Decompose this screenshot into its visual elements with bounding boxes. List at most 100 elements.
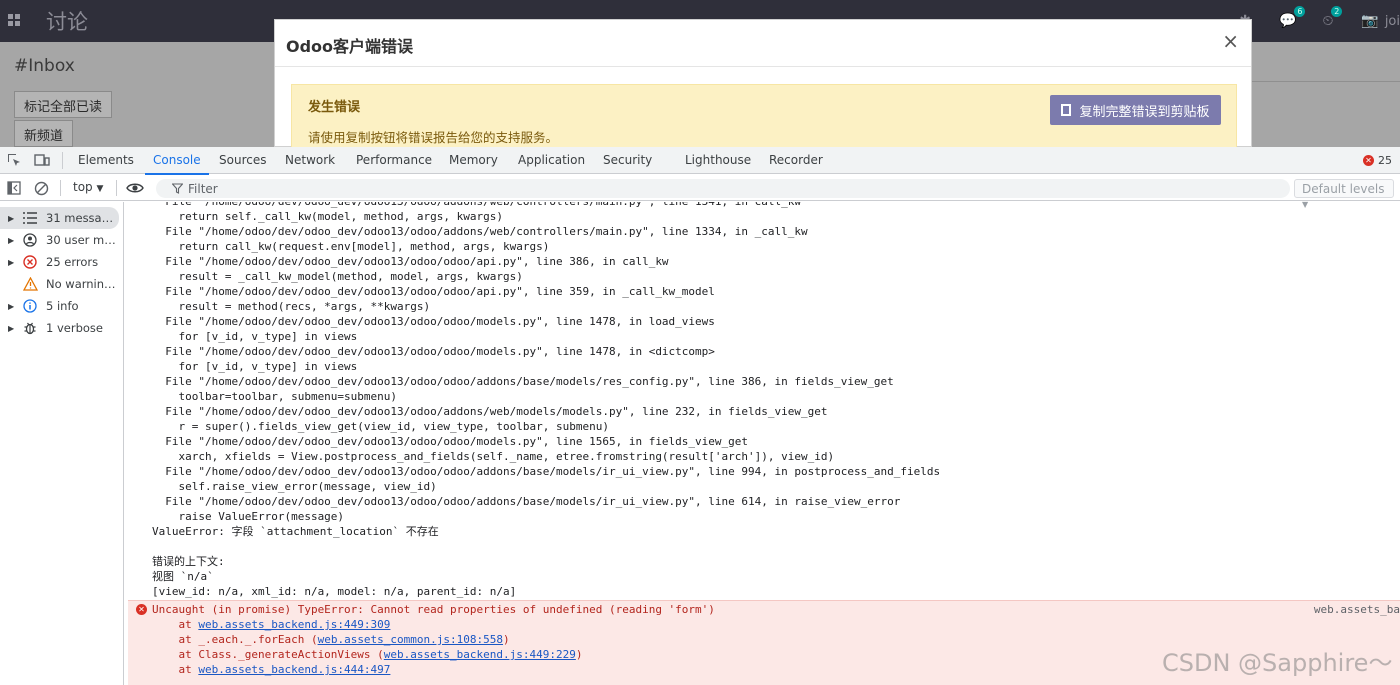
stack-frame-prefix: at <box>152 663 199 676</box>
copy-error-button[interactable]: 复制完整错误到剪贴板 <box>1050 95 1221 125</box>
stack-frame-link[interactable]: web.assets_backend.js:449:309 <box>198 618 390 631</box>
activities-badge: 2 <box>1331 6 1343 17</box>
tab-security[interactable]: Security <box>603 147 652 174</box>
log-levels-dropdown[interactable]: Default levels ▼ <box>1294 179 1394 209</box>
messages-badge: 6 <box>1294 6 1306 17</box>
camera-icon[interactable]: 📷 <box>1361 13 1378 29</box>
console-line: return call_kw(request.env[model], metho… <box>152 240 550 253</box>
warning-icon <box>22 276 38 292</box>
console-line: ValueError: 字段 `attachment_location` 不存在 <box>152 525 439 538</box>
expand-arrow-icon: ▶ <box>8 323 15 333</box>
sidebar-item-label: 5 info <box>46 299 79 313</box>
console-line: File "/home/odoo/dev/odoo_dev/odoo13/odo… <box>152 345 715 358</box>
tab-separator <box>62 152 63 169</box>
stack-frame-link[interactable]: web.assets_common.js:108:558 <box>318 633 503 646</box>
console-line: r = super().fields_view_get(view_id, vie… <box>152 420 609 433</box>
devtools-tabbar: Elements Console Sources Network Perform… <box>0 147 1400 175</box>
app-title: 讨论 <box>46 10 88 34</box>
log-levels-label: Default levels <box>1302 182 1385 196</box>
console-toolbar: top ▼ Filter Default levels ▼ <box>0 175 1400 209</box>
inspect-element-icon[interactable] <box>7 153 21 167</box>
tab-performance[interactable]: Performance <box>356 147 432 174</box>
toolbar-separator <box>60 180 61 196</box>
sidebar-item-messages[interactable]: ▶ 31 messa… <box>0 207 119 229</box>
stack-frame-link[interactable]: web.assets_backend.js:449:229 <box>384 648 576 661</box>
console-line: for [v_id, v_type] in views <box>152 360 358 373</box>
sidebar-item-info[interactable]: ▶ 5 info <box>0 295 123 317</box>
sidebar-item-label: 30 user m… <box>46 233 116 247</box>
sidebar-item-errors[interactable]: ▶ 25 errors <box>0 251 123 273</box>
navbar-right: ✱ 💬6 ⏲2 📷 joi <box>1229 0 1400 42</box>
apps-menu-icon[interactable] <box>8 14 20 26</box>
user-name[interactable]: joi <box>1385 14 1400 29</box>
tab-recorder[interactable]: Recorder <box>769 147 823 174</box>
mark-all-read-button[interactable]: 标记全部已读 <box>14 91 113 118</box>
sidebar-item-verbose[interactable]: ▶ 1 verbose <box>0 317 123 339</box>
warning-title: 发生错误 <box>308 100 361 115</box>
odoo-app: 讨论 ✱ 💬6 ⏲2 📷 joi #Inbox 标记全部已读 新频道 Odoo客… <box>0 0 1400 147</box>
console-line: result = _call_kw_model(method, model, a… <box>152 270 523 283</box>
sidebar-item-label: 31 messa… <box>46 211 114 225</box>
error-icon: ✕ <box>1363 155 1374 166</box>
dialog-title: Odoo客户端错误 <box>286 37 414 56</box>
tab-elements[interactable]: Elements <box>78 147 134 174</box>
console-line: File "/home/odoo/dev/odoo_dev/odoo13/odo… <box>152 255 669 268</box>
device-toolbar-icon[interactable] <box>34 153 50 167</box>
stack-frame-prefix: at <box>152 618 199 631</box>
warning-alert: 发生错误 请使用复制按钮将错误报告给您的支持服务。 复制完整错误到剪贴板 <box>291 84 1237 147</box>
stack-frame-prefix: at Class._generateActionViews ( <box>152 648 384 661</box>
filter-placeholder: Filter <box>188 182 218 196</box>
error-dialog: Odoo客户端错误 × 发生错误 请使用复制按钮将错误报告给您的支持服务。 复制… <box>274 19 1252 147</box>
console-line: File "/home/odoo/dev/odoo_dev/odoo13/odo… <box>152 495 901 508</box>
console-line: [view_id: n/a, xml_id: n/a, model: n/a, … <box>152 585 517 598</box>
info-icon <box>22 298 38 314</box>
copy-error-label: 复制完整错误到剪贴板 <box>1079 104 1210 120</box>
console-line: return self._call_kw(model, method, args… <box>152 210 503 223</box>
tab-lighthouse[interactable]: Lighthouse <box>685 147 751 174</box>
console-line: for [v_id, v_type] in views <box>152 330 358 343</box>
sidebar-item-label: 25 errors <box>46 255 99 269</box>
stack-frame-suffix: ) <box>575 648 583 661</box>
error-counter[interactable]: ✕ 25 <box>1363 154 1392 167</box>
console-line: File "/home/odoo/dev/odoo_dev/odoo13/odo… <box>152 315 715 328</box>
console-line: result = method(recs, *args, **kwargs) <box>152 300 431 313</box>
clear-console-icon[interactable] <box>34 181 49 196</box>
warning-text: 请使用复制按钮将错误报告给您的支持服务。 <box>308 130 559 145</box>
sidebar-item-label: 1 verbose <box>46 321 103 335</box>
sidebar-item-warnings[interactable]: No warnin… <box>0 273 123 295</box>
console-line: raise ValueError(message) <box>152 510 345 523</box>
eye-icon[interactable] <box>126 182 144 194</box>
inbox-title: #Inbox <box>14 56 75 76</box>
list-icon <box>22 210 38 226</box>
devtools-panel: Elements Console Sources Network Perform… <box>0 147 1400 685</box>
error-source-link[interactable]: web.assets_ba <box>1314 603 1400 616</box>
stack-frame: at Class._generateActionViews (web.asset… <box>152 647 582 662</box>
stack-frame-link[interactable]: web.assets_backend.js:444:497 <box>198 663 390 676</box>
sidebar-item-label: No warnin… <box>46 277 116 291</box>
console-line: xarch, xfields = View.postprocess_and_fi… <box>152 450 835 463</box>
sidebar-toggle-icon[interactable] <box>7 181 21 195</box>
stack-frame: at web.assets_backend.js:449:309 <box>152 617 390 632</box>
messages-icon[interactable]: 💬 6 <box>1279 6 1306 29</box>
error-count: 25 <box>1378 154 1392 167</box>
sidebar-item-user-messages[interactable]: ▶ 30 user m… <box>0 229 123 251</box>
error-icon <box>22 254 38 270</box>
expand-arrow-icon: ▶ <box>8 257 15 267</box>
close-icon[interactable]: × <box>1222 29 1239 53</box>
tab-application[interactable]: Application <box>518 147 585 174</box>
tab-console[interactable]: Console <box>145 147 209 175</box>
context-selector[interactable]: top ▼ <box>73 180 103 194</box>
tab-sources[interactable]: Sources <box>219 147 266 174</box>
filter-input[interactable]: Filter <box>156 179 1290 198</box>
activities-icon[interactable]: ⏲ 2 <box>1322 6 1343 29</box>
tab-network[interactable]: Network <box>285 147 335 174</box>
console-line: File "/home/odoo/dev/odoo_dev/odoo13/odo… <box>152 225 808 238</box>
expand-arrow-icon: ▶ <box>8 213 15 223</box>
console-line: File "/home/odoo/dev/odoo_dev/odoo13/odo… <box>152 435 749 448</box>
tab-memory[interactable]: Memory <box>449 147 498 174</box>
user-icon <box>22 232 38 248</box>
context-selector-label: top <box>73 180 93 194</box>
divider <box>1252 81 1400 82</box>
new-channel-button[interactable]: 新频道 <box>14 120 74 147</box>
watermark: CSDN @Sapphire～ <box>1162 649 1393 677</box>
